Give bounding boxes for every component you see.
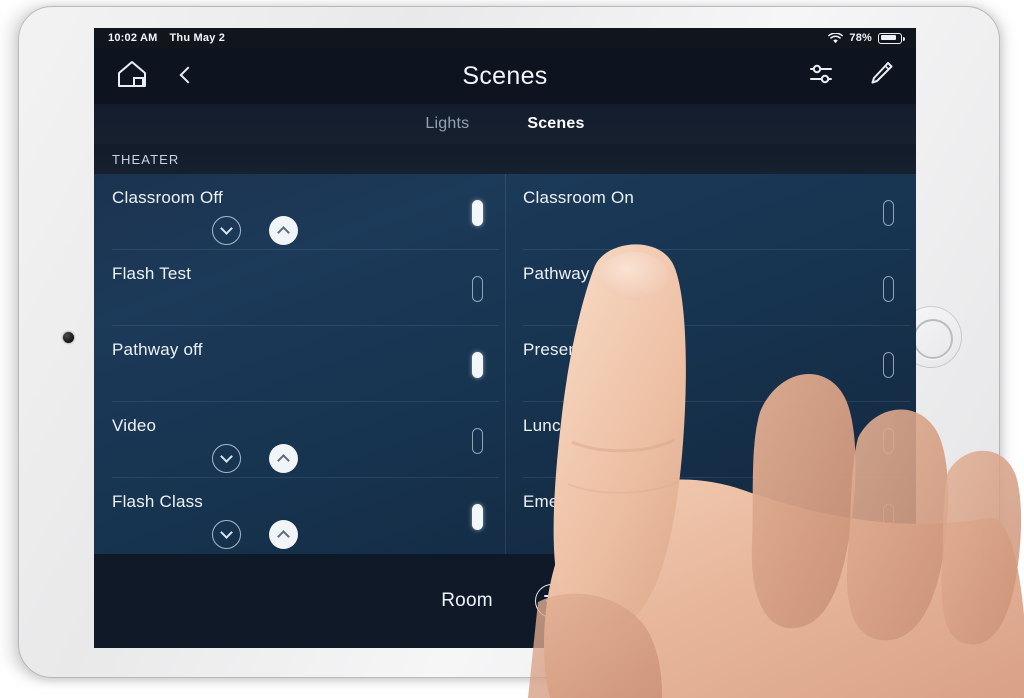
- row-separator: [112, 553, 499, 554]
- front-camera: [63, 332, 74, 343]
- status-badge[interactable]: [883, 276, 894, 302]
- scene-name: Pathway off: [112, 340, 203, 359]
- battery-percent: 78%: [849, 32, 872, 44]
- scene-row[interactable]: Emergency: [505, 478, 916, 554]
- status-badge[interactable]: [472, 352, 483, 378]
- room-label: Room: [441, 590, 493, 611]
- back-chevron-icon[interactable]: [178, 65, 192, 87]
- tab-bar: Lights Scenes: [94, 104, 916, 144]
- scene-row[interactable]: Pathway off: [94, 326, 505, 402]
- scene-row[interactable]: Classroom On: [505, 174, 916, 250]
- status-time: 10:02 AM: [108, 32, 158, 44]
- chevron-up-icon[interactable]: [269, 216, 298, 245]
- chevron-up-icon[interactable]: [269, 444, 298, 473]
- scene-row[interactable]: Pathway on: [505, 250, 916, 326]
- status-date: Thu May 2: [169, 32, 226, 44]
- scene-controls: [212, 216, 485, 245]
- chevron-down-icon[interactable]: [212, 520, 241, 549]
- wifi-icon: [828, 31, 844, 44]
- status-badge[interactable]: [472, 428, 483, 454]
- scene-controls: [212, 520, 485, 549]
- scene-row[interactable]: Flash Test: [94, 250, 505, 326]
- scenes-grid: Classroom Off Classroom On Flash Test Pa…: [94, 174, 916, 554]
- scene-name: Classroom On: [523, 188, 635, 207]
- chevron-up-icon[interactable]: [269, 520, 298, 549]
- scene-row[interactable]: Classroom Off: [94, 174, 505, 250]
- scenes-list: Classroom Off Classroom On Flash Test Pa…: [94, 174, 916, 554]
- scene-name: Classroom Off: [112, 188, 223, 207]
- scene-row[interactable]: Flash Class: [94, 478, 505, 554]
- scene-name: Flash Test: [112, 264, 192, 283]
- status-badge[interactable]: [883, 200, 894, 226]
- scene-row[interactable]: Video: [94, 402, 505, 478]
- scene-name: Presentation: [523, 340, 621, 359]
- chevron-down-icon[interactable]: [212, 216, 241, 245]
- page-title: Scenes: [462, 61, 548, 90]
- scene-row[interactable]: Lunch Flash: [505, 402, 916, 478]
- chevron-down-icon[interactable]: [212, 444, 241, 473]
- section-header-theater: THEATER: [94, 144, 916, 174]
- ipad-device: 10:02 AM Thu May 2 78% Scenes Lights Sce…: [18, 6, 1000, 678]
- status-badge[interactable]: [472, 504, 483, 530]
- status-badge[interactable]: [883, 504, 894, 530]
- ipad-screen: 10:02 AM Thu May 2 78% Scenes Lights Sce…: [94, 28, 916, 648]
- home-icon[interactable]: [116, 59, 148, 94]
- section-title: THEATER: [112, 151, 180, 167]
- tab-scenes[interactable]: Scenes: [527, 115, 584, 133]
- page-root: 10:02 AM Thu May 2 78% Scenes Lights Sce…: [0, 0, 1024, 698]
- status-bar: 10:02 AM Thu May 2 78%: [94, 28, 916, 48]
- sliders-icon[interactable]: [808, 61, 834, 92]
- scene-name: Pathway on: [523, 264, 614, 283]
- scene-name: Flash Class: [112, 492, 204, 511]
- scene-name: Video: [112, 416, 157, 435]
- status-badge[interactable]: [472, 200, 483, 226]
- scene-controls: [212, 444, 485, 473]
- bottom-bar: Room: [94, 554, 916, 648]
- scene-name: Emergency: [523, 492, 611, 511]
- filter-sort-icon[interactable]: [534, 584, 569, 618]
- pencil-icon[interactable]: [868, 60, 894, 93]
- scene-name: Lunch Flash: [523, 416, 618, 435]
- status-badge[interactable]: [883, 352, 894, 378]
- tab-lights[interactable]: Lights: [425, 115, 469, 133]
- nav-bar: Scenes: [94, 48, 916, 104]
- scene-row[interactable]: Presentation: [505, 326, 916, 402]
- status-badge[interactable]: [472, 276, 483, 302]
- status-badge[interactable]: [883, 428, 894, 454]
- row-separator: [523, 553, 910, 554]
- battery-icon: [878, 32, 906, 44]
